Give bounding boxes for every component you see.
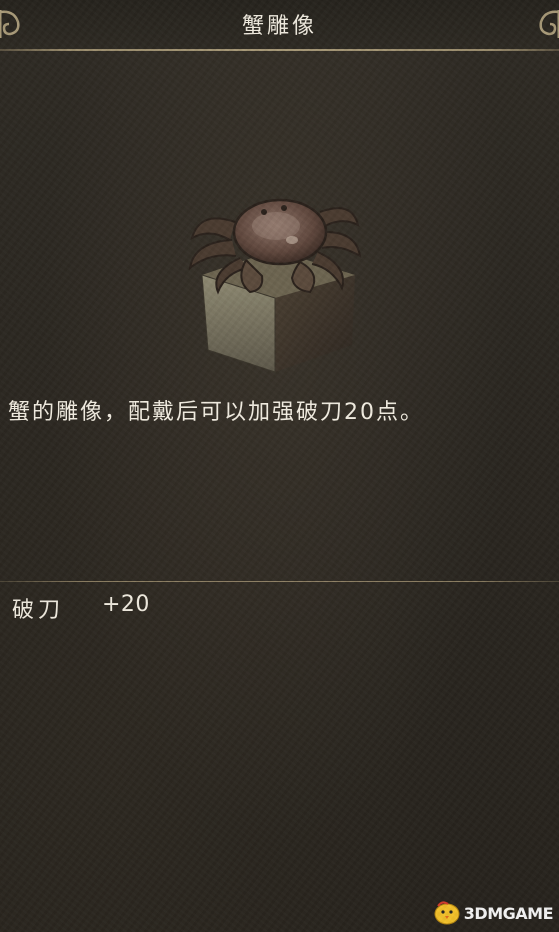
stat-name: 破刀 xyxy=(12,598,65,623)
title-divider xyxy=(0,49,559,51)
right-ornament-icon xyxy=(539,10,559,38)
title-bar: 蟹雕像 xyxy=(0,0,559,50)
watermark-text: 3DMGAME xyxy=(463,903,554,923)
page-title: 蟹雕像 xyxy=(241,14,317,39)
crab-statue-icon xyxy=(188,198,362,373)
watermark: 3DMGAME xyxy=(432,900,554,926)
item-detail-panel: 蟹雕像 蟹的雕像，配戴后可以加强破刀20点。 破刀 +20 3DMGAME xyxy=(0,0,559,932)
item-description: 蟹的雕像，配戴后可以加强破刀20点。 xyxy=(8,400,424,425)
mascot-chick-icon xyxy=(434,901,460,925)
stats-divider xyxy=(0,581,559,582)
stat-row: 破刀 +20 xyxy=(12,592,150,623)
stat-value: +20 xyxy=(102,592,150,617)
